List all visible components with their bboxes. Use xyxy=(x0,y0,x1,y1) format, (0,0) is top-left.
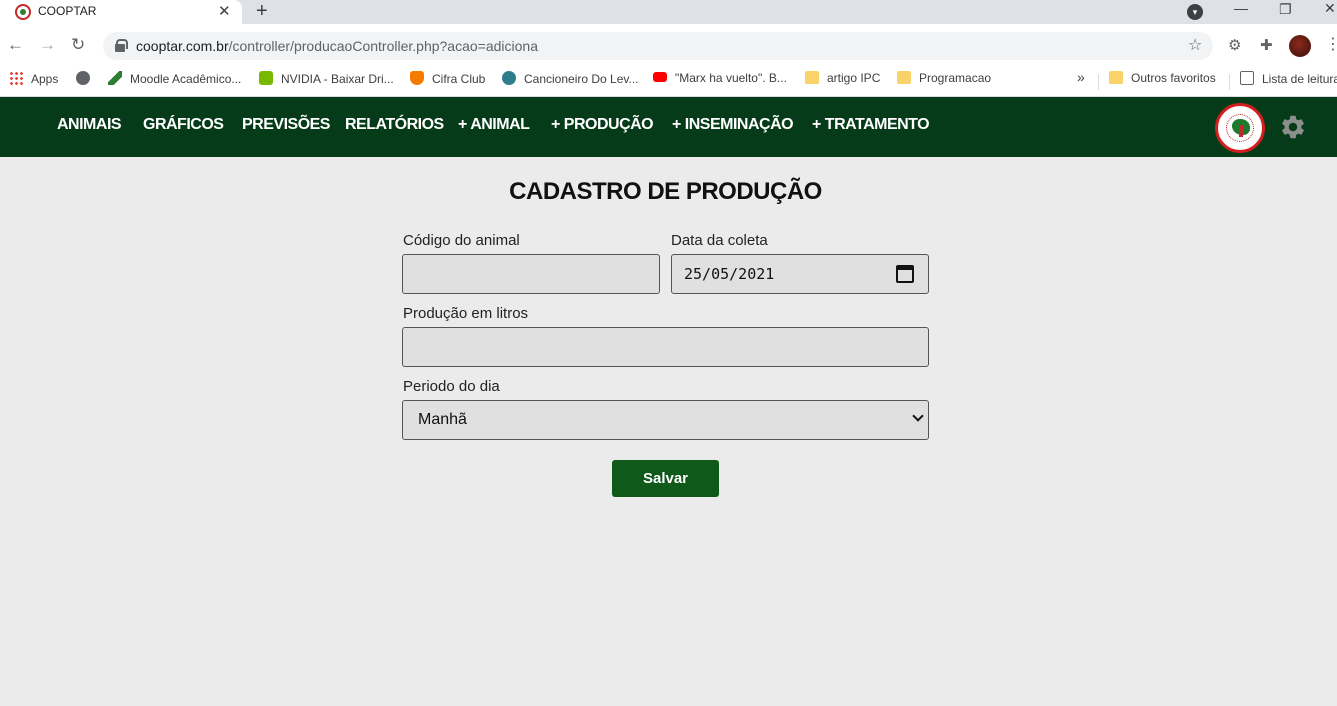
bookmarks-overflow-button[interactable]: » xyxy=(1077,69,1085,85)
tab-title: COOPTAR xyxy=(38,4,97,18)
moodle-icon xyxy=(108,71,122,85)
bookmark-label: Apps xyxy=(31,72,59,86)
url-text: cooptar.com.br/controller/producaoContro… xyxy=(136,38,538,54)
bookmark-label: Moodle Acadêmico... xyxy=(130,72,242,86)
cooptar-logo[interactable] xyxy=(1215,103,1265,153)
nav-link-add-tratamento[interactable]: + TRATAMENTO xyxy=(812,116,930,134)
apps-icon xyxy=(9,71,23,85)
bookmark-label: NVIDIA - Baixar Dri... xyxy=(281,72,394,86)
collection-date-label: Data da coleta xyxy=(671,232,768,249)
bookmark-youtube[interactable]: "Marx ha vuelto". B... xyxy=(653,71,787,85)
nav-link-add-producao[interactable]: + PRODUÇÃO xyxy=(551,116,654,134)
folder-icon xyxy=(805,71,819,84)
bookmark-programacao[interactable]: Programacao xyxy=(897,71,991,85)
new-tab-icon[interactable]: + xyxy=(256,0,268,23)
animal-code-input[interactable] xyxy=(402,254,660,294)
bookmark-cifra-club[interactable]: Cifra Club xyxy=(410,71,485,86)
extension-icon[interactable]: ⚙ xyxy=(1228,36,1241,54)
page-title: CADASTRO DE PRODUÇÃO xyxy=(509,178,822,205)
nav-link-relatorios[interactable]: RELATÓRIOS xyxy=(345,116,444,134)
globe-icon xyxy=(76,71,90,85)
chevron-down-icon xyxy=(912,410,924,422)
folder-icon xyxy=(1109,71,1123,84)
browser-tab[interactable]: COOPTAR ✕ xyxy=(0,0,242,24)
period-select[interactable]: Manhã xyxy=(402,400,929,440)
nav-link-graficos[interactable]: GRÁFICOS xyxy=(143,116,224,134)
save-button[interactable]: Salvar xyxy=(612,460,719,497)
cifra-club-icon xyxy=(410,71,424,85)
lock-icon[interactable] xyxy=(115,39,128,52)
liters-label: Produção em litros xyxy=(403,305,529,322)
bookmark-label: Cancioneiro Do Lev... xyxy=(524,72,639,86)
bookmark-apps[interactable]: Apps xyxy=(9,71,58,86)
bookmark-nvidia[interactable]: NVIDIA - Baixar Dri... xyxy=(259,71,394,86)
app-navbar: ANIMAIS GRÁFICOS PREVISÕES RELATÓRIOS + … xyxy=(0,97,1337,157)
bookmark-divider xyxy=(1229,74,1230,90)
reading-list-button[interactable]: Lista de leitura xyxy=(1240,71,1337,86)
browser-tab-strip: COOPTAR ✕ + ▾ — ❐ ✕ xyxy=(0,0,1337,24)
bookmark-star-icon[interactable]: ☆ xyxy=(1188,35,1202,55)
bookmark-label: artigo IPC xyxy=(827,71,881,85)
bookmark-label: Lista de leitura xyxy=(1262,72,1337,86)
logo-seal xyxy=(1226,114,1254,142)
bookmark-label: Cifra Club xyxy=(432,72,486,86)
nav-link-previsoes[interactable]: PREVISÕES xyxy=(242,116,330,134)
browser-menu-icon[interactable]: ⋮ xyxy=(1325,34,1337,54)
bookmark-cancioneiro[interactable]: Cancioneiro Do Lev... xyxy=(502,71,639,86)
minimize-icon[interactable]: — xyxy=(1234,0,1248,16)
profile-avatar[interactable] xyxy=(1289,35,1311,57)
liters-input[interactable] xyxy=(402,327,929,367)
bookmark-artigo-ipc[interactable]: artigo IPC xyxy=(805,71,880,85)
puzzle-extensions-icon[interactable]: ✚ xyxy=(1260,36,1273,54)
bookmark-label: Programacao xyxy=(919,71,992,85)
bookmarks-bar: Apps Moodle Acadêmico... NVIDIA - Baixar… xyxy=(0,68,1337,97)
youtube-icon xyxy=(653,72,667,82)
nvidia-icon xyxy=(259,71,273,85)
reading-list-icon xyxy=(1240,71,1254,85)
address-bar[interactable]: cooptar.com.br/controller/producaoContro… xyxy=(103,32,1213,60)
calendar-icon[interactable] xyxy=(896,265,914,283)
collection-date-value: 25/05/2021 xyxy=(684,265,775,283)
nav-link-animais[interactable]: ANIMAIS xyxy=(57,116,122,134)
cooptar-favicon-icon xyxy=(15,4,31,20)
back-icon[interactable]: ← xyxy=(7,35,24,55)
bookmark-moodle[interactable]: Moodle Acadêmico... xyxy=(108,71,241,86)
nav-link-add-animal[interactable]: + ANIMAL xyxy=(458,116,530,134)
bookmark-label: Outros favoritos xyxy=(1131,71,1216,85)
settings-gear-icon[interactable] xyxy=(1279,113,1307,141)
collection-date-input[interactable]: 25/05/2021 xyxy=(671,254,929,294)
browser-toolbar: ← → ↻ cooptar.com.br/controller/producao… xyxy=(0,24,1337,68)
restore-icon[interactable]: ❐ xyxy=(1279,1,1292,18)
bookmark-globe[interactable] xyxy=(76,71,98,86)
forward-icon[interactable]: → xyxy=(39,35,56,55)
close-window-icon[interactable]: ✕ xyxy=(1324,0,1336,17)
url-path: /controller/producaoController.php?acao=… xyxy=(228,38,538,54)
period-label: Periodo do dia xyxy=(403,378,500,395)
bookmark-other-favorites[interactable]: Outros favoritos xyxy=(1109,71,1216,85)
bookmark-label: "Marx ha vuelto". B... xyxy=(675,71,787,85)
bookmark-divider xyxy=(1098,74,1099,90)
close-tab-icon[interactable]: ✕ xyxy=(218,2,231,20)
animal-code-label: Código do animal xyxy=(403,232,520,249)
reload-icon[interactable]: ↻ xyxy=(71,35,85,55)
url-host: cooptar.com.br xyxy=(136,38,229,54)
nav-link-add-inseminacao[interactable]: + INSEMINAÇÃO xyxy=(672,116,794,134)
cancioneiro-icon xyxy=(502,71,516,85)
tab-search-icon[interactable]: ▾ xyxy=(1187,4,1203,20)
folder-icon xyxy=(897,71,911,84)
logo-figure xyxy=(1239,125,1243,137)
period-selected-value: Manhã xyxy=(418,411,467,428)
